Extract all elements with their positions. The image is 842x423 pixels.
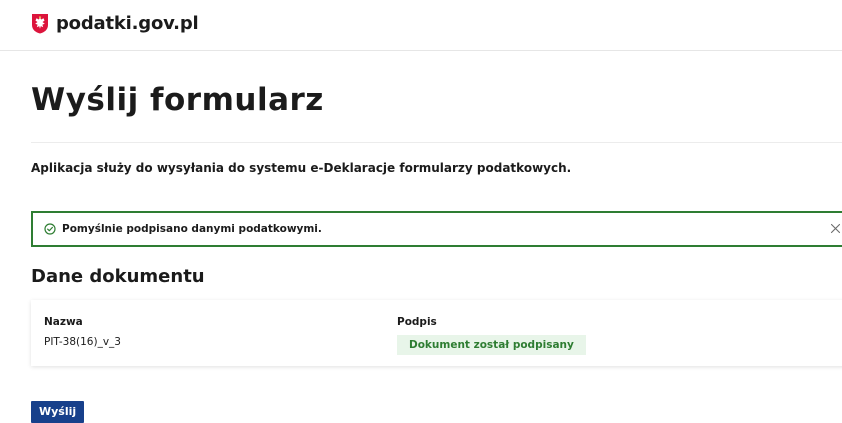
top-bar: podatki.gov.pl <box>0 0 842 51</box>
close-icon[interactable] <box>830 223 841 234</box>
page-title: Wyślij formularz <box>31 82 324 118</box>
section-title-document-data: Dane dokumentu <box>31 266 205 287</box>
title-divider <box>31 142 842 143</box>
send-button[interactable]: Wyślij <box>31 401 85 423</box>
success-alert: Pomyślnie podpisano danymi podatkowymi. <box>31 211 842 247</box>
signature-label: Podpis <box>397 316 437 328</box>
document-name-value: PIT-38(16)_v_3 <box>44 336 121 348</box>
check-circle-icon <box>44 223 56 235</box>
alert-message: Pomyślnie podpisano danymi podatkowymi. <box>62 223 322 235</box>
document-name-label: Nazwa <box>44 316 83 328</box>
page-description: Aplikacja służy do wysyłania do systemu … <box>31 161 572 175</box>
document-card: Nazwa PIT-38(16)_v_3 Podpis Dokument zos… <box>31 300 842 366</box>
polish-eagle-emblem-icon[interactable] <box>31 13 49 34</box>
page: podatki.gov.pl Wyślij formularz Aplikacj… <box>0 0 842 423</box>
signature-status-badge: Dokument został podpisany <box>397 335 586 355</box>
site-name[interactable]: podatki.gov.pl <box>56 13 199 35</box>
